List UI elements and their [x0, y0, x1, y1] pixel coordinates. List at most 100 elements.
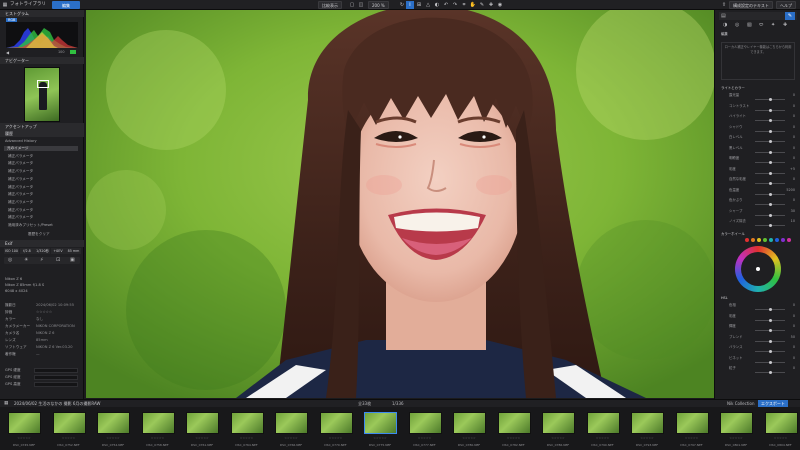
slider-knob[interactable] — [769, 171, 772, 175]
redo-icon[interactable]: ↷ — [451, 1, 459, 9]
thumb-rating[interactable]: ☆☆☆☆☆ — [672, 436, 712, 440]
thumb-image[interactable] — [186, 412, 219, 434]
rotate-icon[interactable]: ↻ — [398, 1, 406, 9]
thumb-image[interactable] — [720, 412, 753, 434]
slider-value[interactable]: 0 — [781, 366, 795, 371]
navigator-viewport[interactable] — [37, 80, 49, 88]
color-swatch[interactable] — [787, 238, 791, 242]
thumb-rating[interactable]: ☆☆☆☆☆ — [316, 436, 356, 440]
info-icon[interactable]: i — [406, 1, 414, 9]
edit-tab[interactable]: 編集 — [52, 1, 80, 9]
filmstrip-thumb[interactable]: ☆☆☆☆☆ DSC_0790.NEF — [583, 410, 623, 450]
slider-value[interactable]: 50 — [781, 335, 795, 340]
thumb-image[interactable] — [408, 412, 442, 434]
main-photo[interactable] — [86, 10, 714, 398]
brush-icon[interactable]: ✎ — [478, 1, 486, 9]
slider-knob[interactable] — [769, 329, 772, 332]
slider-knob[interactable] — [769, 129, 772, 133]
slider-knob[interactable] — [769, 339, 772, 343]
history-item[interactable]: 補正パラメータ — [5, 154, 79, 159]
thumb-image[interactable] — [52, 412, 86, 434]
filmstrip-thumb[interactable]: ☆☆☆☆☆ DSC_0801.NEF — [716, 410, 756, 450]
mask-icon[interactable]: ⬭ — [759, 22, 763, 28]
color-swatch[interactable] — [757, 238, 761, 242]
filmstrip-thumb[interactable]: ☆☆☆☆☆ DSC_0752.NEF — [49, 410, 89, 450]
thumb-rating[interactable]: ☆☆☆☆☆ — [761, 436, 800, 440]
slider-knob[interactable] — [769, 360, 772, 364]
history-item[interactable]: 補正パラメータ — [5, 161, 79, 166]
filmstrip-thumb[interactable]: ☆☆☆☆☆ DSC_0780.NEF — [449, 410, 489, 450]
filmstrip-thumb[interactable]: ☆☆☆☆☆ DSC_0745.NEF — [4, 410, 44, 450]
thumb-rating[interactable]: ☆☆☆☆☆ — [627, 436, 667, 440]
thumb-image[interactable] — [8, 412, 41, 434]
help-button[interactable]: ヘルプ — [776, 1, 796, 9]
history-item[interactable]: 補正パラメータ — [5, 200, 79, 205]
slider-value[interactable]: 0 — [781, 156, 795, 161]
thumb-image[interactable] — [141, 412, 175, 434]
thumb-rating[interactable]: ☆☆☆☆☆ — [449, 436, 489, 440]
thumb-image[interactable] — [364, 412, 397, 434]
slider-value[interactable]: 0 — [781, 135, 795, 140]
slider-knob[interactable] — [769, 350, 772, 353]
section-color-wheel[interactable]: カラーホイール — [721, 232, 795, 237]
watermark-icon[interactable]: ✦ — [771, 22, 775, 28]
split-view-icon[interactable]: ◫ — [357, 1, 365, 9]
eye-icon[interactable]: ◉ — [496, 1, 504, 9]
slider-knob[interactable] — [769, 203, 772, 206]
filmstrip-thumb[interactable]: ☆☆☆☆☆ DSC_0786.NEF — [538, 410, 578, 450]
slider-value[interactable]: 10 — [781, 219, 795, 224]
color-wheel-handle[interactable] — [756, 267, 760, 271]
slider-knob[interactable] — [769, 119, 772, 122]
filmstrip-thumb[interactable]: ☆☆☆☆☆ DSC_0766.NEF — [271, 410, 311, 450]
zoom-select[interactable]: 200 % — [368, 1, 389, 9]
thumb-image[interactable] — [97, 412, 130, 434]
slider-knob[interactable] — [769, 192, 772, 196]
color-swatch[interactable] — [745, 238, 749, 242]
thumb-rating[interactable]: ☆☆☆☆☆ — [494, 436, 534, 440]
menu-icon[interactable]: ▦ — [1, 1, 9, 9]
thumb-image[interactable] — [497, 412, 531, 434]
filmstrip-thumb[interactable]: ☆☆☆☆☆ DSC_0764.NEF — [227, 410, 267, 450]
thumb-image[interactable] — [275, 412, 308, 434]
single-view-icon[interactable]: ▢ — [348, 1, 356, 9]
crop-icon[interactable]: ⌗ — [460, 1, 468, 9]
settings-text-button[interactable]: 構成設定のテキスト — [729, 1, 773, 9]
slider-knob[interactable] — [769, 213, 772, 217]
slider-value[interactable]: 30 — [781, 209, 795, 214]
filmstrip-thumb[interactable]: ☆☆☆☆☆ DSC_0758.NEF — [138, 410, 178, 450]
slider-knob[interactable] — [769, 182, 772, 185]
color-swatch[interactable] — [763, 238, 767, 242]
filmstrip-thumb[interactable]: ☆☆☆☆☆ DSC_0793.NEF — [627, 410, 667, 450]
thumb-rating[interactable]: ☆☆☆☆☆ — [360, 436, 400, 440]
adjust-header[interactable]: アクセントアップ — [0, 123, 84, 130]
preset-icon[interactable]: ◑ — [723, 22, 727, 28]
histogram-header[interactable]: ヒストグラム — [0, 10, 84, 17]
color-swatch[interactable] — [781, 238, 785, 242]
thumb-rating[interactable]: ☆☆☆☆☆ — [4, 436, 44, 440]
edit-tool-icon[interactable]: ✎ — [785, 12, 795, 20]
undo-icon[interactable]: ↶ — [442, 1, 450, 9]
thumb-rating[interactable]: ☆☆☆☆☆ — [538, 436, 578, 440]
thumb-rating[interactable]: ☆☆☆☆☆ — [227, 436, 267, 440]
thumb-image[interactable] — [586, 412, 620, 434]
filmstrip-thumb[interactable]: ☆☆☆☆☆ DSC_0782.NEF — [494, 410, 534, 450]
section-light-color[interactable]: ライトとカラー — [721, 86, 795, 91]
color-wheel[interactable] — [735, 246, 781, 292]
slider-knob[interactable] — [769, 371, 772, 374]
thumb-image[interactable] — [631, 412, 664, 434]
slider-value[interactable]: 0 — [781, 345, 795, 350]
thumb-rating[interactable]: ☆☆☆☆☆ — [49, 436, 89, 440]
thumb-rating[interactable]: ☆☆☆☆☆ — [138, 436, 178, 440]
thumb-image[interactable] — [542, 412, 575, 434]
color-swatch[interactable] — [751, 238, 755, 242]
history-header[interactable]: 履歴 — [0, 130, 84, 137]
section-hsl[interactable]: HSL — [721, 296, 795, 301]
warning-icon[interactable]: △ — [424, 1, 432, 9]
grid-icon[interactable]: ⊞ — [415, 1, 423, 9]
export-button[interactable]: エクスポート — [758, 400, 788, 407]
history-item[interactable]: 元のイメージ — [4, 146, 78, 151]
thumb-image[interactable] — [764, 412, 798, 434]
slider-value[interactable]: +5 — [781, 167, 795, 172]
slider-value[interactable]: 0 — [781, 125, 795, 130]
history-item[interactable]: 補正パラメータ — [5, 208, 79, 213]
